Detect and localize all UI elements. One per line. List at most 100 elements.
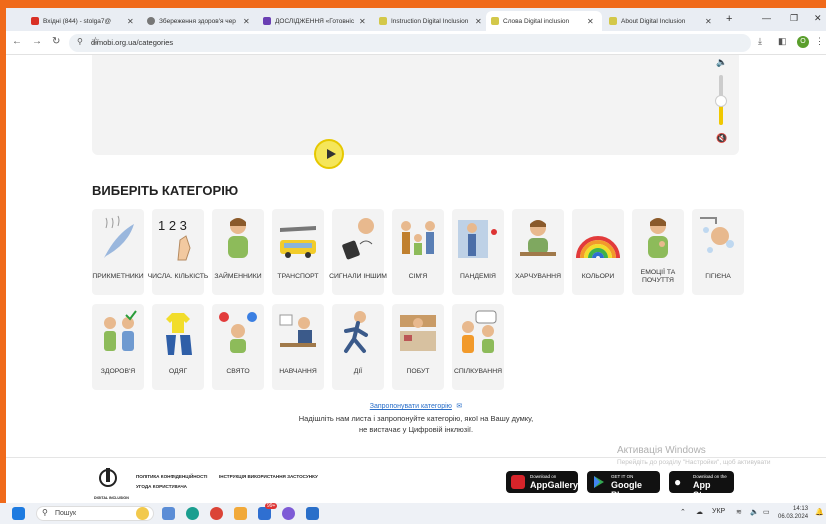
sidebar-icon[interactable]: ◧ xyxy=(778,36,787,47)
category-card-clothes[interactable]: ОДЯГ xyxy=(152,304,204,390)
store-top-text: Download on xyxy=(530,474,557,479)
windows-start-icon[interactable] xyxy=(12,507,25,520)
forward-icon[interactable]: → xyxy=(32,36,42,47)
category-label: ГІГІЄНА xyxy=(705,273,731,280)
category-card-study[interactable]: НАВЧАННЯ xyxy=(272,304,324,390)
volume-knob[interactable] xyxy=(715,95,727,107)
site-info-icon[interactable]: ⚲ xyxy=(77,37,83,46)
url-field[interactable]: ⚲ dimobi.org.ua/categories ☆ xyxy=(69,34,751,52)
tab-about[interactable]: About Digital Inclusion ✕ xyxy=(604,11,720,31)
minimize-icon[interactable]: — xyxy=(762,13,771,23)
tab-health[interactable]: Збереження здоров'я чер ✕ xyxy=(142,11,262,31)
store-top-text: Download on the xyxy=(693,474,727,479)
close-icon[interactable]: ✕ xyxy=(475,17,482,26)
battery-icon[interactable]: ▭ xyxy=(763,508,770,516)
tab-research[interactable]: ДОСЛІДЖЕННЯ «Готовніс ✕ xyxy=(258,11,378,31)
wifi-icon[interactable]: ≋ xyxy=(736,508,742,516)
category-card-pandemic[interactable]: ПАНДЕМІЯ xyxy=(452,209,504,295)
volume-icon[interactable]: 🔈 xyxy=(716,57,727,68)
category-label: СИГНАЛИ ІНШИМ xyxy=(329,273,387,280)
new-tab-button[interactable]: + xyxy=(726,13,732,25)
search-placeholder: Пошук xyxy=(55,510,77,517)
search-icon: ⚲ xyxy=(42,508,48,517)
download-icon[interactable]: ⤓ xyxy=(758,36,762,47)
suggest-category-link[interactable]: Запропонувати категорію xyxy=(370,403,452,410)
language-indicator[interactable]: УКР xyxy=(712,508,725,515)
close-window-icon[interactable]: ✕ xyxy=(814,13,822,24)
bus-icon xyxy=(280,226,316,258)
close-icon[interactable]: ✕ xyxy=(243,17,250,26)
category-card-pronouns[interactable]: ЗАЙМЕННИКИ xyxy=(212,209,264,295)
tab-instruction[interactable]: Instruction Digital Inclusion ✕ xyxy=(374,11,486,31)
instruction-link[interactable]: ІНСТРУКЦІЯ ВИКОРИСТАННЯ ЗАСТОСУНКУ xyxy=(219,474,318,479)
tab-title: About Digital Inclusion xyxy=(621,17,686,25)
menu-icon[interactable]: ⋮ xyxy=(815,36,824,47)
profile-avatar[interactable]: O xyxy=(797,36,809,48)
viber-icon[interactable] xyxy=(282,507,295,520)
category-card-household[interactable]: ПОБУТ xyxy=(392,304,444,390)
video-player xyxy=(92,55,739,155)
task-view-icon[interactable] xyxy=(162,507,175,520)
category-card-communication[interactable]: СПІЛКУВАННЯ xyxy=(452,304,504,390)
edge-icon[interactable] xyxy=(186,507,199,520)
chrome-icon[interactable] xyxy=(210,507,223,520)
person-icon xyxy=(228,218,248,258)
notification-icon[interactable]: 🔔 xyxy=(815,508,824,516)
apple-icon: ● xyxy=(674,475,682,489)
word-icon[interactable] xyxy=(306,507,319,520)
category-card-health[interactable]: ЗДОРОВ'Я xyxy=(92,304,144,390)
category-label: ХАРЧУВАННЯ xyxy=(514,273,561,280)
address-bar: ← → ↻ ⚲ dimobi.org.ua/categories ☆ ⤓ ◧ O ⋮ xyxy=(6,31,826,55)
explorer-icon[interactable] xyxy=(234,507,247,520)
agreement-link[interactable]: УГОДА КОРИСТУВАЧА xyxy=(136,484,187,489)
gmail-icon xyxy=(31,17,39,25)
category-card-transport[interactable]: ТРАНСПОРТ xyxy=(272,209,324,295)
maximize-icon[interactable]: ❐ xyxy=(790,13,798,24)
category-card-holiday[interactable]: СВЯТО xyxy=(212,304,264,390)
close-icon[interactable]: ✕ xyxy=(705,17,712,26)
play-button[interactable] xyxy=(314,139,344,169)
category-label: ПОБУТ xyxy=(406,368,430,375)
category-label: СВЯТО xyxy=(226,368,250,375)
category-card-adjectives[interactable]: ПРИКМЕТНИКИ xyxy=(92,209,144,295)
speaker-icon[interactable]: 🔈 xyxy=(750,508,759,516)
google-play-button[interactable]: GET IT ON Google Play xyxy=(587,471,660,500)
chat-icon: ✉ xyxy=(456,403,463,410)
app-store-button[interactable]: ● Download on the App Store xyxy=(669,471,734,500)
site-icon xyxy=(379,17,387,25)
suggest-text-line2: не вистачає у Цифровій інклюзії. xyxy=(358,425,474,434)
tray-chevron-icon[interactable]: ⌃ xyxy=(680,508,686,516)
tab-title: ДОСЛІДЖЕННЯ «Готовніс xyxy=(275,17,355,25)
appgallery-button[interactable]: Download on AppGallery xyxy=(506,471,578,493)
category-label: ЗДОРОВ'Я xyxy=(100,368,136,375)
close-icon[interactable]: ✕ xyxy=(359,17,366,26)
category-card-emotions[interactable]: ЕМОЦІЇ ТА ПОЧУТТЯ xyxy=(632,209,684,295)
family-icon xyxy=(401,221,435,255)
emotion-icon xyxy=(648,218,668,258)
clock-time: 14:13 xyxy=(793,506,809,512)
clock[interactable]: 14:13 06.03.2024 xyxy=(778,505,808,521)
suggest-block: Запропонувати категорію ✉ Надішліть нам … xyxy=(6,395,826,435)
privacy-link[interactable]: ПОЛІТИКА КОНФІДЕНЦІЙНОСТІ xyxy=(136,474,207,479)
category-card-food[interactable]: ХАРЧУВАННЯ xyxy=(512,209,564,295)
windows-activation-text: Перейдіть до розділу "Настройки", щоб ак… xyxy=(617,459,771,466)
close-icon[interactable]: ✕ xyxy=(127,17,134,26)
back-icon[interactable]: ← xyxy=(12,36,22,47)
rainbow-icon xyxy=(576,236,620,259)
category-card-family[interactable]: СІМ'Я xyxy=(392,209,444,295)
category-card-numbers[interactable]: 1 2 3 ЧИСЛА. КІЛЬКІСТЬ xyxy=(148,209,208,295)
category-card-hygiene[interactable]: ГІГІЄНА xyxy=(692,209,744,295)
reload-icon[interactable]: ↻ xyxy=(52,36,60,47)
close-icon[interactable]: ✕ xyxy=(587,17,594,26)
category-card-actions[interactable]: ДІЇ xyxy=(332,304,384,390)
phone-signal-icon xyxy=(342,218,374,260)
onedrive-icon[interactable]: ☁ xyxy=(696,508,703,516)
bookmark-star-icon[interactable]: ☆ xyxy=(91,36,745,47)
category-label: НАВЧАННЯ xyxy=(279,368,317,375)
tab-gmail[interactable]: Вхідні (844) - stolga7@ ✕ xyxy=(26,11,146,31)
category-card-colors[interactable]: КОЛЬОРИ xyxy=(572,209,624,295)
widget-icon[interactable] xyxy=(136,507,149,520)
mute-icon[interactable]: 🔇 xyxy=(716,133,727,144)
category-card-signals[interactable]: СИГНАЛИ ІНШИМ xyxy=(329,209,387,295)
tab-words[interactable]: Слова Digital inclusion ✕ xyxy=(486,11,602,31)
